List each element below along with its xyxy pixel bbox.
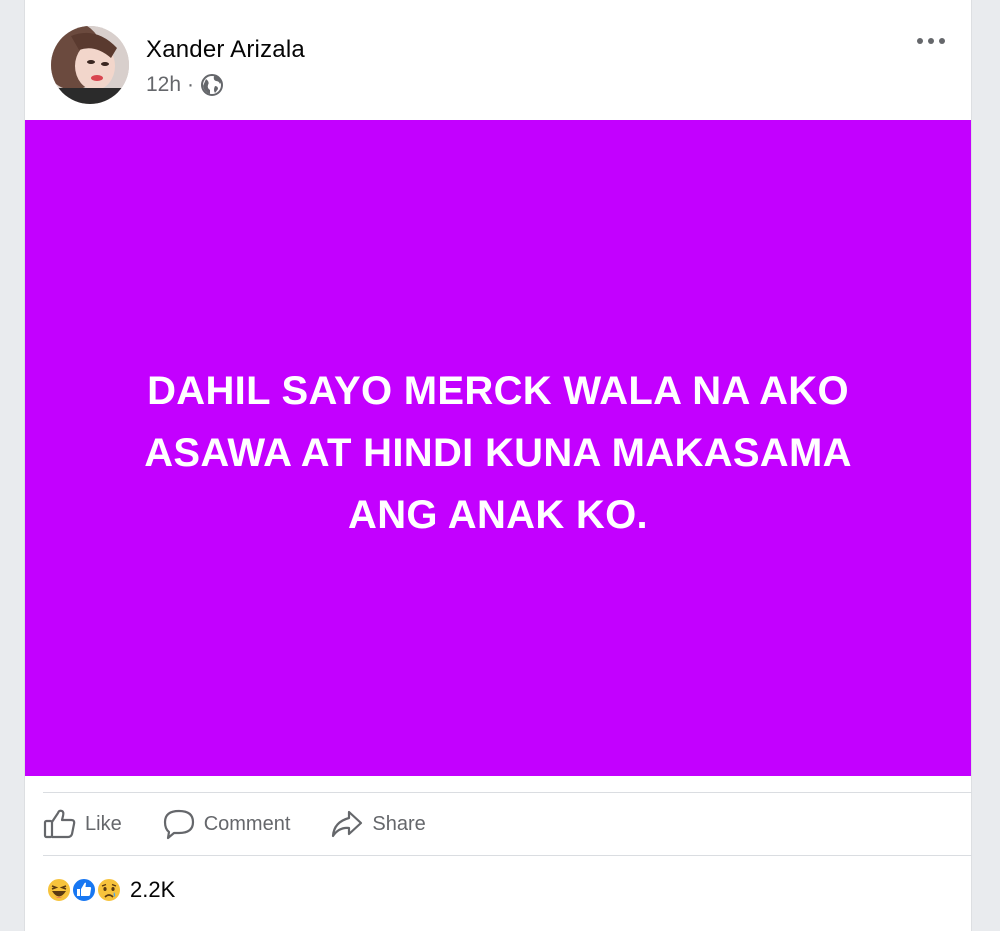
post-content-banner: DAHIL SAYO MERCK WALA NA AKO ASAWA AT HI… xyxy=(25,120,971,776)
like-button[interactable]: Like xyxy=(43,808,122,840)
post-card: Xander Arizala 12h · DAHIL SAYO MERCK WA xyxy=(24,0,972,931)
reaction-count: 2.2K xyxy=(130,877,176,902)
post-actions: Like Comment Share xyxy=(43,795,543,853)
divider-bottom xyxy=(43,855,972,856)
meta-separator: · xyxy=(187,73,195,96)
author-name[interactable]: Xander Arizala xyxy=(146,36,305,64)
comment-label: Comment xyxy=(203,812,291,835)
comment-button[interactable]: Comment xyxy=(162,808,291,840)
reaction-icons xyxy=(45,876,122,904)
haha-reaction-icon xyxy=(46,877,72,903)
sad-reaction-icon xyxy=(96,877,122,903)
share-icon xyxy=(332,810,363,838)
share-label: Share xyxy=(372,812,426,835)
post-content-text: DAHIL SAYO MERCK WALA NA AKO ASAWA AT HI… xyxy=(144,369,852,537)
thumbs-up-icon xyxy=(43,809,76,839)
reactions-summary[interactable]: 2.2K xyxy=(45,874,175,906)
post-header: Xander Arizala 12h · xyxy=(25,0,971,120)
author-avatar[interactable] xyxy=(51,26,129,104)
globe-icon[interactable] xyxy=(200,73,224,97)
avatar-image xyxy=(51,26,129,104)
divider-top xyxy=(43,792,972,793)
like-label: Like xyxy=(85,812,122,835)
post-timestamp[interactable]: 12h xyxy=(146,73,181,97)
comment-icon xyxy=(163,809,194,840)
like-reaction-icon xyxy=(71,877,97,903)
post-meta: 12h · xyxy=(146,72,224,98)
share-button[interactable]: Share xyxy=(330,808,426,840)
more-options-icon[interactable] xyxy=(909,28,953,54)
